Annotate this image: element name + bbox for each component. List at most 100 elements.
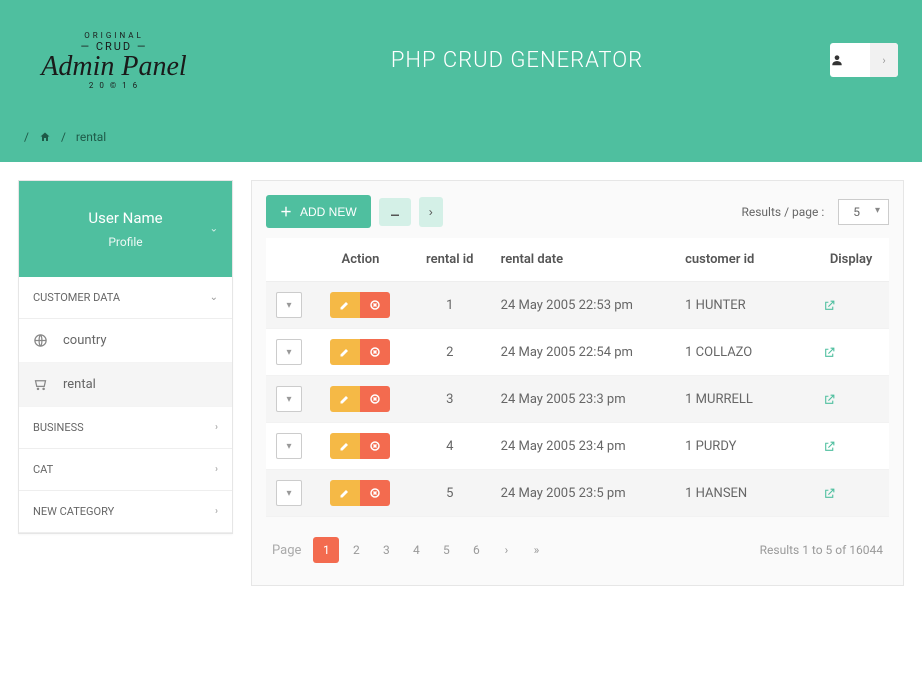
edit-button[interactable] xyxy=(330,386,360,412)
cell-rental-id: 4 xyxy=(409,423,491,470)
app-header: ORIGINAL — CRUD — Admin Panel 2 0 © 1 6 … xyxy=(0,0,922,120)
plus-icon: ＋ xyxy=(280,203,292,220)
logo-line4: 2 0 © 1 6 xyxy=(41,81,186,90)
edit-button[interactable] xyxy=(330,433,360,459)
chevron-right-icon: › xyxy=(215,506,218,517)
cell-rental-date: 24 May 2005 22:54 pm xyxy=(491,329,676,376)
data-table: Action rental id rental date customer id… xyxy=(266,238,889,517)
cell-rental-date: 24 May 2005 23:4 pm xyxy=(491,423,676,470)
add-new-button[interactable]: ＋ ADD NEW xyxy=(266,195,371,228)
chevron-down-icon: ⌄ xyxy=(210,292,218,303)
chevron-right-icon: › xyxy=(215,464,218,475)
row-expand-button[interactable]: ▾ xyxy=(276,386,302,412)
col-display: Display xyxy=(813,238,889,282)
cell-rental-id: 3 xyxy=(409,376,491,423)
table-row: ▾124 May 2005 22:53 pm1 HUNTER xyxy=(266,282,889,329)
globe-icon xyxy=(33,333,49,348)
row-expand-button[interactable]: ▾ xyxy=(276,292,302,318)
row-expand-button[interactable]: ▾ xyxy=(276,433,302,459)
table-footer: Page 123456 › » Results 1 to 5 of 16044 xyxy=(266,517,889,571)
page-last[interactable]: » xyxy=(523,537,549,563)
display-link[interactable] xyxy=(823,299,879,312)
page-title: PHP CRUD GENERATOR xyxy=(204,48,830,73)
delete-button[interactable] xyxy=(360,433,390,459)
page-4[interactable]: 4 xyxy=(403,537,429,563)
cell-rental-id: 5 xyxy=(409,470,491,517)
page-label: Page xyxy=(272,543,301,558)
sidebar-item-rental[interactable]: rental xyxy=(19,363,232,407)
cell-rental-date: 24 May 2005 23:5 pm xyxy=(491,470,676,517)
col-customer-id[interactable]: customer id xyxy=(675,238,783,282)
table-row: ▾ 324 May 2005 23:3 pm1 MURRELL xyxy=(266,376,889,423)
col-rental-id[interactable]: rental id xyxy=(409,238,491,282)
sidebar-category-cat[interactable]: CAT › xyxy=(19,449,232,491)
logo: ORIGINAL — CRUD — Admin Panel 2 0 © 1 6 xyxy=(24,31,204,90)
display-link[interactable] xyxy=(823,440,879,453)
results-summary: Results 1 to 5 of 16044 xyxy=(760,543,883,557)
delete-button[interactable] xyxy=(360,480,390,506)
breadcrumb-sep: / xyxy=(61,130,66,144)
page-2[interactable]: 2 xyxy=(343,537,369,563)
table-row: ▾ 424 May 2005 23:4 pm1 PURDY xyxy=(266,423,889,470)
cell-rental-date: 24 May 2005 22:53 pm xyxy=(491,282,676,329)
cell-customer-id: 1 MURRELL xyxy=(675,376,783,423)
cell-rental-id: 2 xyxy=(409,329,491,376)
display-link[interactable] xyxy=(823,487,879,500)
display-link[interactable] xyxy=(823,346,879,359)
chevron-down-icon: ⌄ xyxy=(210,224,218,235)
user-menu-button[interactable]: › xyxy=(830,43,898,77)
category-label: BUSINESS xyxy=(33,421,84,434)
add-new-label: ADD NEW xyxy=(300,205,357,219)
cell-customer-id: 1 COLLAZO xyxy=(675,329,783,376)
results-per-page-label: Results / page : xyxy=(741,205,824,219)
sidebar-item-country[interactable]: country xyxy=(19,319,232,363)
row-expand-button[interactable]: ▾ xyxy=(276,480,302,506)
category-label: CAT xyxy=(33,463,53,476)
export-button[interactable] xyxy=(379,198,411,226)
page-6[interactable]: 6 xyxy=(463,537,489,563)
table-row: ▾ 524 May 2005 23:5 pm1 HANSEN xyxy=(266,470,889,517)
sidebar-user-profile: Profile xyxy=(29,235,222,249)
sidebar-category-new-category[interactable]: NEW CATEGORY › xyxy=(19,491,232,533)
export-more-button[interactable]: › xyxy=(419,197,443,227)
results-per-page-value: 5 xyxy=(853,205,860,219)
sidebar-user-card[interactable]: User Name Profile ⌄ xyxy=(19,181,232,277)
nav-item-label: country xyxy=(63,333,107,348)
delete-button[interactable] xyxy=(360,386,390,412)
cell-customer-id: 1 PURDY xyxy=(675,423,783,470)
col-rental-date[interactable]: rental date xyxy=(491,238,676,282)
row-expand-button[interactable]: ▾ xyxy=(276,339,302,365)
delete-button[interactable] xyxy=(360,292,390,318)
page-5[interactable]: 5 xyxy=(433,537,459,563)
results-per-page-select[interactable]: 5 xyxy=(838,199,889,225)
chevron-right-icon: › xyxy=(870,43,898,77)
edit-button[interactable] xyxy=(330,339,360,365)
sidebar: User Name Profile ⌄ CUSTOMER DATA ⌄ countr… xyxy=(18,180,233,534)
toolbar: ＋ ADD NEW › Results / page : 5 xyxy=(266,195,889,228)
logo-line3: Admin Panel xyxy=(41,53,186,81)
content-panel: ＋ ADD NEW › Results / page : 5 Action re… xyxy=(251,180,904,586)
cell-customer-id: 1 HANSEN xyxy=(675,470,783,517)
sidebar-category-customer-data[interactable]: CUSTOMER DATA ⌄ xyxy=(19,277,232,319)
display-link[interactable] xyxy=(823,393,879,406)
category-label: NEW CATEGORY xyxy=(33,505,114,518)
edit-button[interactable] xyxy=(330,292,360,318)
page-3[interactable]: 3 xyxy=(373,537,399,563)
page-1[interactable]: 1 xyxy=(313,537,339,563)
breadcrumb-home[interactable] xyxy=(39,131,51,143)
table-row: ▾ 224 May 2005 22:54 pm1 COLLAZO xyxy=(266,329,889,376)
logo-line1: ORIGINAL xyxy=(41,31,186,40)
delete-button[interactable] xyxy=(360,339,390,365)
col-action: Action xyxy=(312,238,409,282)
user-icon xyxy=(830,53,870,67)
chevron-right-icon: › xyxy=(215,422,218,433)
page-next[interactable]: › xyxy=(493,537,519,563)
sidebar-category-business[interactable]: BUSINESS › xyxy=(19,407,232,449)
cell-rental-date: 24 May 2005 23:3 pm xyxy=(491,376,676,423)
breadcrumb-current: rental xyxy=(76,130,106,144)
breadcrumb: / / rental xyxy=(0,120,922,162)
category-label: CUSTOMER DATA xyxy=(33,291,120,304)
cart-icon xyxy=(33,377,49,392)
edit-button[interactable] xyxy=(330,480,360,506)
sidebar-user-name: User Name xyxy=(29,209,222,227)
